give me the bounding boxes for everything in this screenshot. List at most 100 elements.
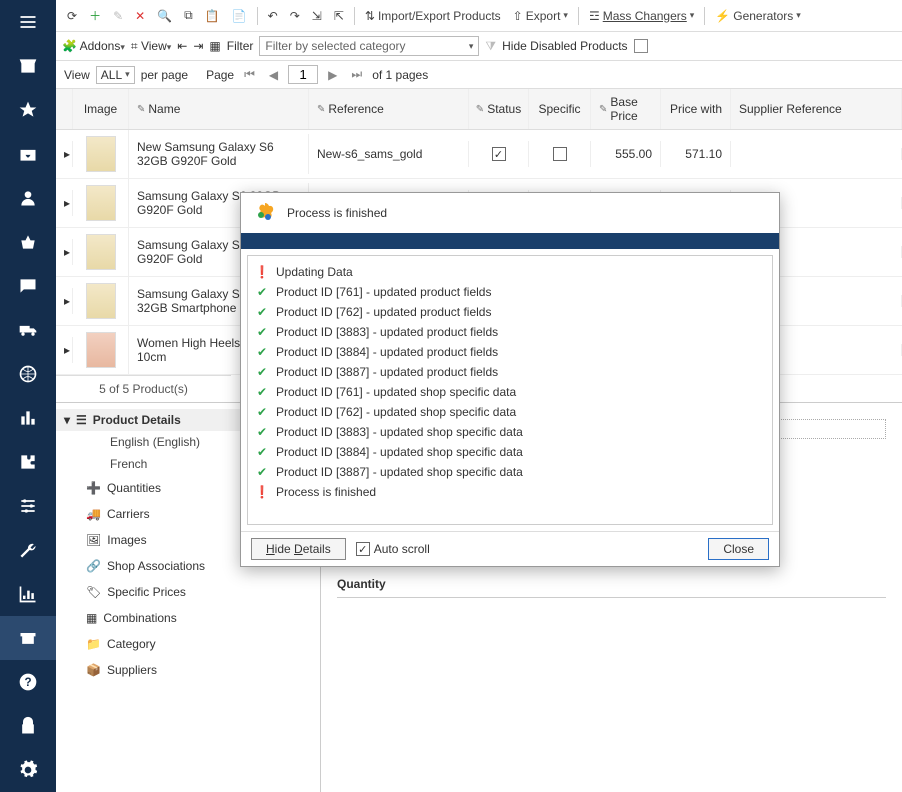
prev-page-button[interactable]: ◀ [265, 66, 282, 84]
chat-icon[interactable] [0, 264, 56, 308]
check-icon: ✔ [254, 464, 270, 480]
tree-item-icon: 📁 [86, 637, 101, 651]
shop-icon[interactable] [0, 44, 56, 88]
inbox-icon[interactable] [0, 132, 56, 176]
basket-icon[interactable] [0, 220, 56, 264]
close-button[interactable]: Close [708, 538, 769, 560]
tree-item-combinations[interactable]: ▦Combinations [56, 605, 320, 631]
last-page-button[interactable]: ⏭ [347, 65, 366, 84]
star-icon[interactable] [0, 88, 56, 132]
search-icon[interactable]: 🔍 [152, 6, 177, 26]
hide-details-button[interactable]: Hide Details [251, 538, 346, 560]
puzzle-icon[interactable] [0, 440, 56, 484]
expand-icon[interactable]: ⇥ [193, 39, 203, 53]
clipboard-icon[interactable]: 📄 [227, 6, 252, 26]
col-supplier-ref[interactable]: Supplier Reference [731, 89, 902, 129]
first-page-button[interactable]: ⏮ [240, 65, 259, 84]
price-with: 571.10 [661, 141, 731, 167]
tree-item-specific-prices[interactable]: 🏷Specific Prices [56, 579, 320, 605]
apply-icon[interactable]: ⇲ [307, 6, 327, 26]
hide-disabled-label: Hide Disabled Products [502, 39, 627, 53]
filter-input[interactable]: Filter by selected category▾ [259, 36, 479, 56]
stats-icon[interactable] [0, 572, 56, 616]
import-export-button[interactable]: ⇅ Import/Export Products [360, 6, 506, 26]
page-input[interactable] [288, 65, 318, 84]
globe-icon[interactable] [0, 352, 56, 396]
tree-item-suppliers[interactable]: 📦Suppliers [56, 657, 320, 683]
left-sidebar: ? [0, 0, 56, 792]
grid-header: Image ✎Name ✎Reference ✎Status Specific … [56, 89, 902, 130]
copy-icon[interactable]: ⧉ [179, 5, 198, 26]
check-icon: ✔ [254, 364, 270, 380]
page-label: Page [206, 68, 234, 82]
expand-icon[interactable]: ▸ [56, 141, 73, 167]
redo-icon[interactable]: ↷ [285, 6, 305, 26]
log-text: Process is finished [276, 485, 376, 499]
chart-icon[interactable] [0, 396, 56, 440]
help-icon[interactable]: ? [0, 660, 56, 704]
col-price-with[interactable]: Price with [661, 89, 731, 129]
undo-icon[interactable]: ↶ [263, 6, 283, 26]
grid-icon[interactable]: ▦ [209, 39, 220, 53]
grid-footer: 5 of 5 Product(s) [56, 375, 231, 402]
collapse-icon[interactable]: ⇤ [177, 39, 187, 53]
add-icon[interactable]: ＋ [84, 4, 106, 27]
check-icon: ✔ [254, 384, 270, 400]
expand-icon[interactable]: ▸ [56, 337, 73, 363]
archive-icon[interactable] [0, 616, 56, 660]
col-status[interactable]: ✎Status [469, 89, 529, 129]
product-name: New Samsung Galaxy S6 32GB G920F Gold [129, 134, 309, 174]
check-icon: ✔ [254, 304, 270, 320]
tree-item-icon: 🚚 [86, 507, 101, 521]
auto-scroll-checkbox[interactable]: ✓ [356, 542, 370, 556]
mass-changers-button[interactable]: ☲ Mass Changers▾ [584, 6, 699, 26]
truck-icon[interactable] [0, 308, 56, 352]
secondary-toolbar: 🧩 Addons▾ ⌗ View▾ ⇤ ⇥ ▦ Filter Filter by… [56, 32, 902, 61]
filter-label: Filter [227, 39, 254, 53]
delete-icon[interactable]: ✕ [130, 6, 150, 26]
specific-checkbox[interactable] [529, 141, 591, 167]
expand-icon[interactable]: ▸ [56, 288, 73, 314]
log-line: ❗Updating Data [254, 262, 766, 282]
paste-icon[interactable]: 📋 [200, 6, 225, 26]
log-line: ❗Process is finished [254, 482, 766, 502]
quantity-section: Quantity [337, 571, 886, 598]
tree-item-icon: 🔗 [86, 559, 101, 573]
discard-icon[interactable]: ⇱ [329, 6, 349, 26]
funnel-icon[interactable]: ⧩ [485, 39, 496, 54]
person-icon[interactable] [0, 176, 56, 220]
per-page-select[interactable]: ALL▾ [96, 66, 135, 84]
col-image[interactable]: Image [73, 89, 129, 129]
expand-icon[interactable]: ▸ [56, 190, 73, 216]
expand-icon[interactable]: ▸ [56, 239, 73, 265]
log-line: ✔Product ID [761] - updated shop specifi… [254, 382, 766, 402]
log-text: Product ID [3887] - updated shop specifi… [276, 465, 523, 479]
col-specific[interactable]: Specific [529, 89, 591, 129]
log-line: ✔Product ID [762] - updated shop specifi… [254, 402, 766, 422]
col-name[interactable]: ✎Name [129, 89, 309, 129]
progress-bar [241, 233, 779, 249]
table-row[interactable]: ▸ New Samsung Galaxy S6 32GB G920F Gold … [56, 130, 902, 179]
refresh-icon[interactable]: ⟳ [62, 6, 82, 26]
sliders-icon[interactable] [0, 484, 56, 528]
edit-icon[interactable]: ✎ [108, 6, 128, 26]
tree-item-category[interactable]: 📁Category [56, 631, 320, 657]
col-base-price[interactable]: ✎Base Price [591, 89, 661, 129]
check-icon: ✔ [254, 404, 270, 420]
status-checkbox[interactable]: ✓ [469, 141, 529, 167]
log-panel: ❗Updating Data ✔Product ID [761] - update… [247, 255, 773, 525]
col-reference[interactable]: ✎Reference [309, 89, 469, 129]
lock-icon[interactable] [0, 704, 56, 748]
next-page-button[interactable]: ▶ [324, 66, 341, 84]
view-button[interactable]: ⌗ View▾ [131, 39, 171, 54]
addons-label: Addons [80, 39, 121, 53]
pager: View ALL▾ per page Page ⏮ ◀ ▶ ⏭ of 1 pag… [56, 61, 902, 89]
gear-icon[interactable] [0, 748, 56, 792]
menu-icon[interactable] [0, 0, 56, 44]
auto-scroll-label: Auto scroll [374, 542, 430, 556]
generators-button[interactable]: ⚡ Generators▾ [710, 6, 806, 26]
wrench-icon[interactable] [0, 528, 56, 572]
hide-disabled-checkbox[interactable] [634, 39, 648, 53]
addons-button[interactable]: 🧩 Addons▾ [62, 39, 125, 53]
export-button[interactable]: ⇧ Export▾ [508, 6, 573, 26]
